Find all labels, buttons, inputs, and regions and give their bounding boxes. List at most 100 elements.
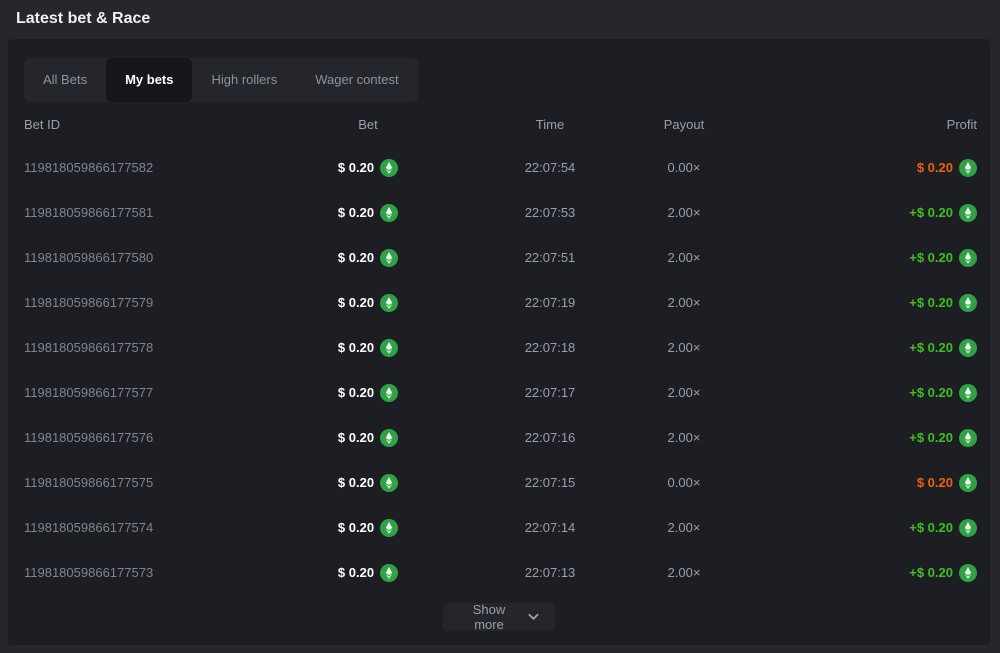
eth-coin-icon (380, 474, 398, 492)
bet-id: 119818059866177578 (24, 340, 274, 355)
bet-payout-multiplier: 2.00× (668, 205, 701, 220)
page-title: Latest bet & Race (0, 0, 150, 39)
column-header-time: Time (536, 117, 564, 132)
bet-profit-cell: $ 0.20 (917, 474, 977, 492)
eth-coin-icon (380, 429, 398, 447)
bet-amount: $ 0.20 (338, 430, 374, 445)
bets-tabbar: All BetsMy betsHigh rollersWager contest (24, 58, 418, 102)
bet-profit-cell: +$ 0.20 (909, 294, 977, 312)
eth-coin-icon (380, 339, 398, 357)
bet-amount: $ 0.20 (338, 205, 374, 220)
bet-amount-cell: $ 0.20 (338, 384, 398, 402)
bet-profit: +$ 0.20 (909, 295, 953, 310)
bet-profit: +$ 0.20 (909, 520, 953, 535)
table-body: 119818059866177582 $ 0.20 22:07:54 0.00× $ 0… (8, 145, 990, 595)
tab-wager-contest[interactable]: Wager contest (296, 58, 417, 102)
bet-amount: $ 0.20 (338, 520, 374, 535)
bet-amount: $ 0.20 (338, 160, 374, 175)
eth-coin-icon (959, 474, 977, 492)
column-header-bet-id: Bet ID (24, 117, 274, 132)
eth-coin-icon (380, 159, 398, 177)
eth-coin-icon (380, 384, 398, 402)
bet-payout-multiplier: 0.00× (668, 160, 701, 175)
show-more-button[interactable]: Show more (443, 603, 555, 631)
bet-amount: $ 0.20 (338, 340, 374, 355)
bet-time: 22:07:14 (525, 520, 576, 535)
table-header-row: Bet IDBetTimePayoutProfit (8, 112, 990, 136)
bet-row[interactable]: 119818059866177573$ 0.2022:07:132.00×+$ … (8, 550, 990, 595)
eth-coin-icon (959, 159, 977, 177)
bet-time: 22:07:17 (525, 385, 576, 400)
bet-payout-multiplier: 2.00× (668, 520, 701, 535)
bet-profit-cell: +$ 0.20 (909, 519, 977, 537)
chevron-down-icon (528, 613, 539, 621)
bet-amount-cell: $ 0.20 (338, 159, 398, 177)
bet-profit-cell: +$ 0.20 (909, 204, 977, 222)
bet-id: 119818059866177573 (24, 565, 274, 580)
bet-amount: $ 0.20 (338, 475, 374, 490)
eth-coin-icon (380, 519, 398, 537)
bet-amount-cell: $ 0.20 (338, 204, 398, 222)
tab-my-bets[interactable]: My bets (106, 58, 192, 102)
bet-amount: $ 0.20 (338, 565, 374, 580)
tab-all-bets[interactable]: All Bets (24, 58, 106, 102)
bet-row[interactable]: 119818059866177577$ 0.2022:07:172.00×+$ … (8, 370, 990, 415)
bet-time: 22:07:54 (525, 160, 576, 175)
bet-time: 22:07:51 (525, 250, 576, 265)
bet-amount-cell: $ 0.20 (338, 339, 398, 357)
bet-row[interactable]: 119818059866177580$ 0.2022:07:512.00×+$ … (8, 235, 990, 280)
show-more-label: Show more (459, 602, 519, 632)
eth-coin-icon (959, 519, 977, 537)
bet-profit: +$ 0.20 (909, 205, 953, 220)
bet-profit-cell: +$ 0.20 (909, 249, 977, 267)
bet-id: 119818059866177582 (24, 160, 274, 175)
bet-payout-multiplier: 0.00× (668, 475, 701, 490)
bet-time: 22:07:18 (525, 340, 576, 355)
bet-profit-cell: +$ 0.20 (909, 339, 977, 357)
bet-profit: +$ 0.20 (909, 340, 953, 355)
tab-high-rollers[interactable]: High rollers (192, 58, 296, 102)
eth-coin-icon (959, 429, 977, 447)
bet-row[interactable]: 119818059866177581 $ 0.20 22:07:53 2.00× +$ … (8, 190, 990, 235)
eth-coin-icon (959, 249, 977, 267)
bet-row[interactable]: 119818059866177582 $ 0.20 22:07:54 0.00× $ 0… (8, 145, 990, 190)
bet-row[interactable]: 119818059866177575 $ 0.20 22:07:15 0.00× $ 0… (8, 460, 990, 505)
bet-amount-cell: $ 0.20 (338, 474, 398, 492)
bet-payout-multiplier: 2.00× (668, 295, 701, 310)
bets-table: Bet IDBetTimePayoutProfit 11981805986617… (8, 112, 990, 595)
eth-coin-icon (380, 204, 398, 222)
bet-row[interactable]: 119818059866177574$ 0.2022:07:142.00×+$ … (8, 505, 990, 550)
bet-id: 119818059866177576 (24, 430, 274, 445)
bet-amount: $ 0.20 (338, 385, 374, 400)
bet-payout-multiplier: 2.00× (668, 430, 701, 445)
eth-coin-icon (380, 564, 398, 582)
bet-row[interactable]: 119818059866177576 $ 0.20 22:07:16 2.00× +$ … (8, 415, 990, 460)
bet-amount-cell: $ 0.20 (338, 564, 398, 582)
column-header-profit: Profit (947, 117, 977, 132)
bet-profit: +$ 0.20 (909, 565, 953, 580)
bet-time: 22:07:19 (525, 295, 576, 310)
bet-payout-multiplier: 2.00× (668, 340, 701, 355)
bet-time: 22:07:53 (525, 205, 576, 220)
bet-id: 119818059866177575 (24, 475, 274, 490)
bet-amount-cell: $ 0.20 (338, 249, 398, 267)
bet-payout-multiplier: 2.00× (668, 250, 701, 265)
bet-time: 22:07:15 (525, 475, 576, 490)
eth-coin-icon (959, 339, 977, 357)
bet-profit: +$ 0.20 (909, 250, 953, 265)
bet-id: 119818059866177581 (24, 205, 274, 220)
bet-profit: +$ 0.20 (909, 430, 953, 445)
bet-amount-cell: $ 0.20 (338, 429, 398, 447)
bet-profit-cell: $ 0.20 (917, 159, 977, 177)
bet-profit-cell: +$ 0.20 (909, 384, 977, 402)
column-header-bet: Bet (358, 117, 378, 132)
bet-amount-cell: $ 0.20 (338, 519, 398, 537)
bet-row[interactable]: 119818059866177579$ 0.2022:07:192.00×+$ … (8, 280, 990, 325)
eth-coin-icon (959, 294, 977, 312)
bet-time: 22:07:16 (525, 430, 576, 445)
bet-row[interactable]: 119818059866177578 $ 0.20 22:07:18 2.00× +$ … (8, 325, 990, 370)
bet-amount-cell: $ 0.20 (338, 294, 398, 312)
bet-amount: $ 0.20 (338, 250, 374, 265)
eth-coin-icon (959, 204, 977, 222)
bet-payout-multiplier: 2.00× (668, 565, 701, 580)
